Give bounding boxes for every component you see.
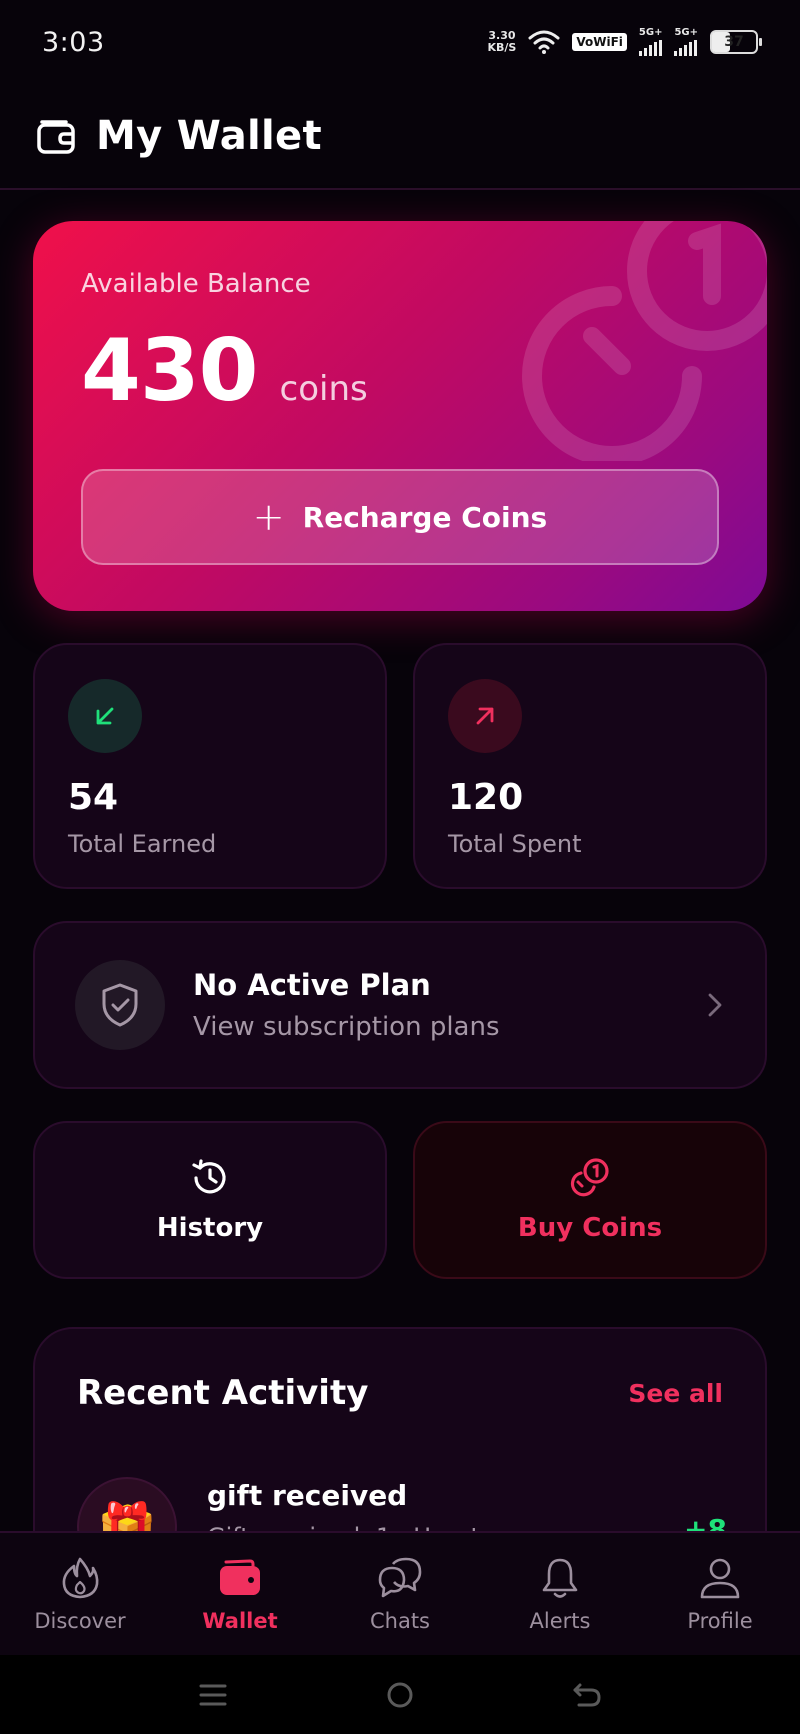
sim2-network-label: 5G+ [674,27,698,38]
network-speed: 3.30 KB/S [488,30,517,54]
total-earned-card: 54 Total Earned [33,643,387,889]
bell-icon [537,1555,583,1601]
see-all-link[interactable]: See all [628,1379,723,1408]
nav-item-wallet[interactable]: Wallet [160,1533,320,1655]
balance-label: Available Balance [81,269,311,299]
signal-sim2: 5G+ [674,28,698,56]
plan-icon-badge [75,960,165,1050]
chat-icon [377,1555,423,1601]
plan-text: No Active Plan View subscription plans [193,968,500,1042]
total-earned-value: 54 [68,777,119,818]
total-spent-label: Total Spent [448,830,582,858]
flame-icon [57,1555,103,1601]
earned-icon-badge [68,679,142,753]
nav-label-discover: Discover [34,1609,126,1633]
balance-amount: 430 [81,321,259,421]
nav-label-profile: Profile [687,1609,753,1633]
status-icons: 3.30 KB/S VoWiFi 5G+ 5G+ 37 [488,27,762,56]
arrow-down-left-icon [96,707,114,725]
app-header: My Wallet [0,84,800,190]
balance-row: 430 coins [81,321,368,421]
spent-icon-badge [448,679,522,753]
sim1-network-label: 5G+ [638,27,663,38]
chevron-right-icon [708,993,722,1017]
status-bar: 3:03 3.30 KB/S VoWiFi 5G+ 5G+ 37 [0,0,800,84]
activity-name: gift received [207,1479,408,1512]
recharge-coins-label: Recharge Coins [302,500,548,534]
home-icon[interactable] [380,1675,420,1715]
menu-icon[interactable] [193,1675,233,1715]
plan-title: No Active Plan [193,968,431,1002]
network-speed-unit: KB/S [487,41,517,54]
nav-item-alerts[interactable]: Alerts [480,1533,640,1655]
battery-icon: 37 [710,30,762,54]
total-spent-card: 120 Total Spent [413,643,767,889]
wallet-icon [217,1555,263,1601]
signal-sim1: 5G+ [638,27,663,56]
subscription-plan-card[interactable]: No Active Plan View subscription plans [33,921,767,1089]
back-icon[interactable] [567,1675,607,1715]
wifi-icon [528,30,560,54]
page-title: My Wallet [96,113,322,159]
recent-activity-title: Recent Activity [77,1373,369,1413]
balance-unit: coins [279,369,368,409]
nav-item-discover[interactable]: Discover [0,1533,160,1655]
plus-icon: + [252,495,285,539]
wallet-icon [37,120,75,154]
history-label: History [156,1213,264,1243]
system-nav-bar [0,1655,800,1734]
status-time: 3:03 [42,26,105,58]
history-button[interactable]: History [33,1121,387,1279]
signal-bars-icon [638,40,662,56]
nav-label-chats: Chats [369,1609,431,1633]
signal-bars-icon [674,40,698,56]
plan-subtitle: View subscription plans [193,1012,500,1042]
nav-label-wallet: Wallet [202,1609,278,1633]
buy-coins-button[interactable]: Buy Coins [413,1121,767,1279]
bottom-nav: Discover Wallet Chats Alerts Profile [0,1531,800,1655]
total-spent-value: 120 [448,777,524,818]
vowifi-badge: VoWiFi [572,33,627,51]
shield-check-icon [102,983,138,1027]
battery-level: 37 [724,34,744,50]
nav-item-profile[interactable]: Profile [640,1533,800,1655]
nav-label-alerts: Alerts [529,1609,591,1633]
user-icon [697,1555,743,1601]
coins-icon [570,1158,609,1197]
nav-item-chats[interactable]: Chats [320,1533,480,1655]
arrow-up-right-icon [476,707,494,725]
total-earned-label: Total Earned [68,830,217,858]
history-icon [192,1159,226,1194]
recharge-coins-button[interactable]: + Recharge Coins [81,469,719,565]
buy-coins-label: Buy Coins [517,1213,663,1243]
coins-decoration-icon [522,221,767,461]
balance-card: Available Balance 430 coins + Recharge C… [33,221,767,611]
